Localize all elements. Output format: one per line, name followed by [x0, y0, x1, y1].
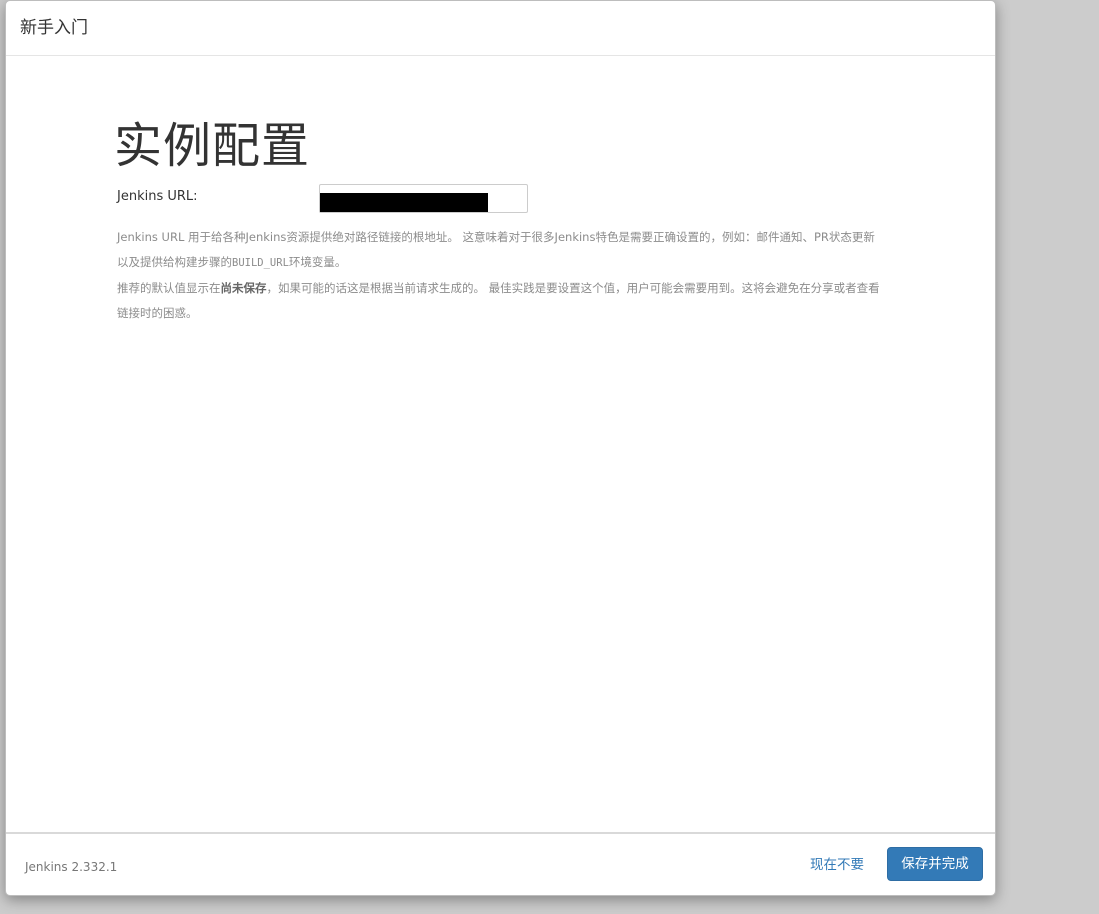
url-help-text: Jenkins URL 用于给各种Jenkins资源提供绝对路径链接的根地址。 … [117, 225, 881, 326]
not-saved-emphasis: 尚未保存 [220, 281, 267, 295]
jenkins-url-input[interactable] [319, 184, 528, 213]
jenkins-version: Jenkins 2.332.1 [25, 860, 118, 874]
skip-button[interactable]: 现在不要 [810, 855, 864, 875]
dialog-footer: Jenkins 2.332.1 现在不要 保存并完成 [6, 832, 995, 895]
redacted-url-value [320, 193, 488, 212]
setup-wizard-dialog: 新手入门 实例配置 Jenkins URL: Jenkins URL 用于给各种… [5, 0, 996, 896]
dialog-header: 新手入门 [6, 1, 995, 56]
jenkins-url-label: Jenkins URL: [117, 189, 198, 204]
build-url-code: BUILD_URL [232, 257, 289, 269]
dialog-title: 新手入门 [20, 18, 88, 38]
help-paragraph-2: 推荐的默认值显示在尚未保存，如果可能的话这是根据当前请求生成的。 最佳实践是要设… [117, 281, 880, 320]
page-title: 实例配置 [114, 118, 311, 174]
save-and-finish-button[interactable]: 保存并完成 [887, 847, 983, 881]
help-paragraph-1: Jenkins URL 用于给各种Jenkins资源提供绝对路径链接的根地址。 … [117, 230, 875, 269]
